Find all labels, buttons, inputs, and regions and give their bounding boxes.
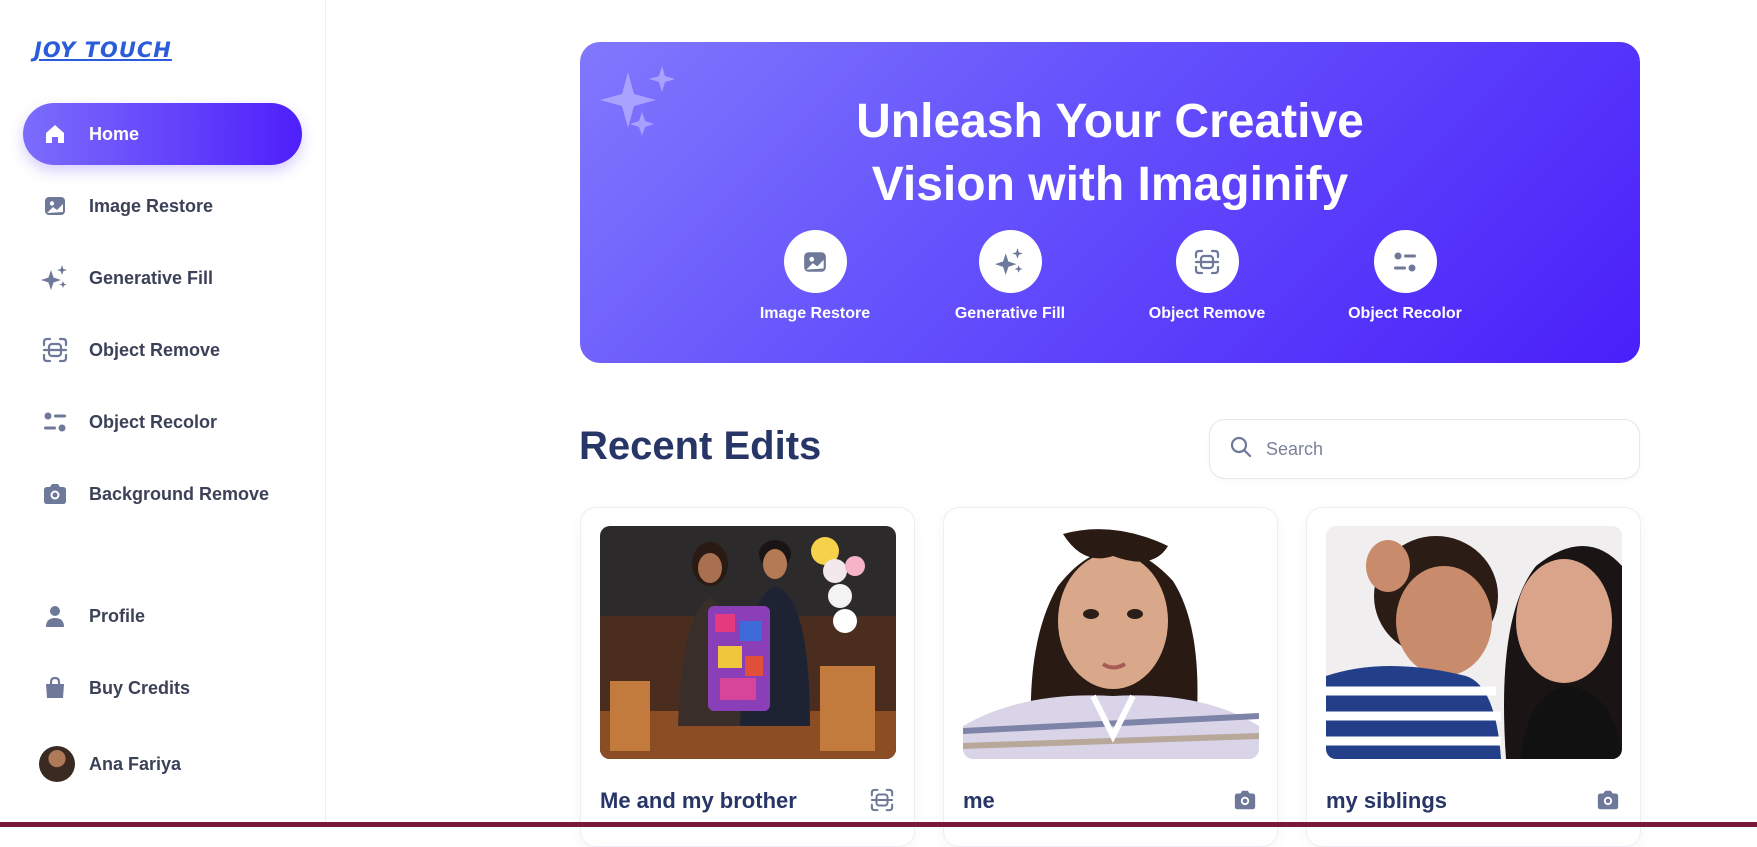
card-title: my siblings — [1326, 788, 1448, 813]
sidebar-item-image-restore[interactable]: Image Restore — [23, 175, 302, 237]
sidebar-item-home[interactable]: Home — [23, 103, 302, 165]
card-title: me — [963, 788, 995, 813]
camera-icon[interactable] — [1233, 788, 1257, 817]
camera-icon — [41, 480, 69, 508]
card-image[interactable] — [963, 526, 1259, 759]
app-logo[interactable]: JOY TOUCH — [34, 38, 172, 62]
tool-generative-fill[interactable]: Generative Fill — [935, 230, 1085, 323]
tool-label: Object Remove — [1148, 305, 1266, 322]
scan-icon — [1175, 230, 1239, 293]
card-image[interactable] — [1326, 526, 1622, 759]
sidebar-item-label: Image Restore — [89, 195, 214, 216]
scan-icon — [41, 336, 69, 364]
bag-icon — [41, 674, 69, 702]
scan-icon[interactable] — [870, 788, 894, 817]
hero-title: Unleash Your Creative Vision with Imagin… — [856, 95, 1364, 211]
filter-icon — [41, 408, 69, 436]
hero-banner: Unleash Your Creative Vision with Imagin… — [580, 42, 1640, 363]
tool-label: Object Recolor — [1348, 305, 1462, 322]
home-icon — [41, 120, 69, 148]
tool-object-recolor[interactable]: Object Recolor — [1330, 230, 1480, 323]
search-input[interactable] — [1266, 438, 1626, 460]
user-icon — [41, 602, 69, 630]
sidebar-item-label: Home — [89, 123, 140, 144]
edit-card[interactable]: me — [943, 507, 1278, 847]
sidebar-item-label: Object Recolor — [89, 411, 218, 432]
sidebar-item-label: Buy Credits — [89, 677, 191, 698]
sidebar-item-object-recolor[interactable]: Object Recolor — [23, 391, 302, 453]
filter-icon — [1373, 230, 1437, 293]
tool-object-remove[interactable]: Object Remove — [1132, 230, 1282, 323]
sidebar-item-profile[interactable]: Profile — [23, 585, 302, 647]
image-icon — [783, 230, 847, 293]
sidebar-item-object-remove[interactable]: Object Remove — [23, 319, 302, 381]
sidebar-item-label: Generative Fill — [89, 267, 214, 288]
recent-edits-heading: Recent Edits — [579, 424, 822, 468]
user-name: Ana Fariya — [89, 753, 182, 774]
tool-label: Image Restore — [759, 305, 871, 322]
sidebar: JOY TOUCH Home Image Restore Generative … — [0, 0, 326, 827]
image-icon — [41, 192, 69, 220]
sidebar-item-label: Profile — [89, 605, 146, 626]
avatar — [39, 746, 75, 782]
search-icon — [1230, 436, 1252, 463]
card-image[interactable] — [600, 526, 896, 759]
sidebar-user[interactable]: Ana Fariya — [23, 733, 302, 795]
sidebar-item-generative-fill[interactable]: Generative Fill — [23, 247, 302, 309]
stars-icon — [978, 230, 1042, 293]
stars-icon — [41, 264, 69, 292]
search-box[interactable] — [1209, 419, 1640, 479]
sidebar-item-buy-credits[interactable]: Buy Credits — [23, 657, 302, 719]
edit-card[interactable]: Me and my brother — [580, 507, 915, 847]
card-title: Me and my brother — [600, 788, 797, 813]
camera-icon[interactable] — [1596, 788, 1620, 817]
sidebar-item-label: Object Remove — [89, 339, 221, 360]
tool-label: Generative Fill — [954, 305, 1066, 322]
tool-image-restore[interactable]: Image Restore — [740, 230, 890, 323]
window-bottom-edge — [0, 822, 1757, 827]
edit-card[interactable]: my siblings — [1306, 507, 1641, 847]
sidebar-item-background-remove[interactable]: Background Remove — [23, 463, 302, 525]
sidebar-item-label: Background Remove — [89, 483, 270, 504]
